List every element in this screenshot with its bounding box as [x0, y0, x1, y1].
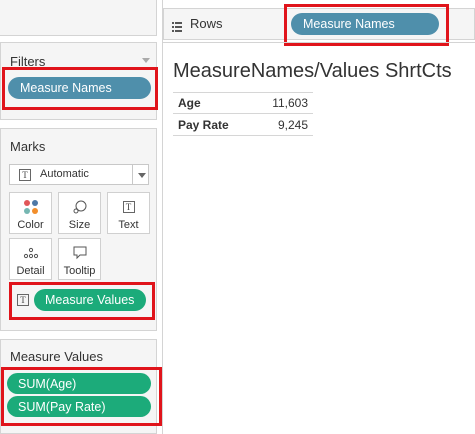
view-title: MeasureNames/Values ShrtCts: [173, 60, 452, 82]
measure-value-pill-age[interactable]: SUM(Age): [7, 373, 151, 394]
detail-icon: [23, 242, 39, 264]
tooltip-label: Tooltip: [63, 265, 96, 277]
mark-type-dropdown[interactable]: T Automatic: [9, 164, 149, 185]
filters-title: Filters: [10, 54, 46, 69]
mark-type-value: Automatic: [40, 168, 89, 180]
view-divider: [163, 42, 475, 43]
detail-label: Detail: [16, 265, 45, 277]
marks-measure-values-pill[interactable]: Measure Values: [34, 289, 146, 311]
rows-measure-names-pill[interactable]: Measure Names: [291, 13, 439, 35]
marks-text-button[interactable]: T Text: [107, 192, 150, 234]
chevron-down-icon: [138, 173, 146, 178]
text-label: Text: [118, 219, 139, 231]
measure-value-pill-pay-rate[interactable]: SUM(Pay Rate): [7, 396, 151, 417]
filters-dropdown-icon[interactable]: [142, 58, 150, 63]
marks-detail-button[interactable]: Detail: [9, 238, 52, 280]
size-icon: [72, 196, 88, 218]
rows-label: Rows: [190, 16, 223, 31]
row-value-age: 11,603: [272, 96, 308, 110]
left-top-strip: [0, 0, 157, 36]
marks-title: Marks: [10, 139, 46, 154]
row-label-pay-rate: Pay Rate: [178, 117, 229, 132]
size-label: Size: [68, 219, 91, 231]
color-icon: [23, 196, 39, 218]
row-value-pay-rate: 9,245: [277, 117, 308, 132]
marks-color-button[interactable]: Color: [9, 192, 52, 234]
measure-values-title: Measure Values: [10, 349, 103, 364]
text-mark-icon: T: [19, 169, 31, 181]
marks-tooltip-button[interactable]: Tooltip: [58, 238, 101, 280]
table-row: Pay Rate 9,245: [173, 114, 313, 136]
filters-measure-names-pill[interactable]: Measure Names: [8, 77, 151, 99]
row-label-age: Age: [178, 96, 201, 110]
color-label: Color: [17, 219, 44, 231]
table-row: Age 11,603: [173, 92, 313, 114]
text-icon: T: [122, 196, 135, 218]
text-encoding-icon: T: [17, 294, 29, 306]
rows-icon: [172, 19, 182, 32]
column-divider: [162, 0, 163, 434]
marks-size-button[interactable]: Size: [58, 192, 101, 234]
mark-type-separator: [132, 165, 133, 184]
tooltip-icon: [72, 242, 88, 264]
